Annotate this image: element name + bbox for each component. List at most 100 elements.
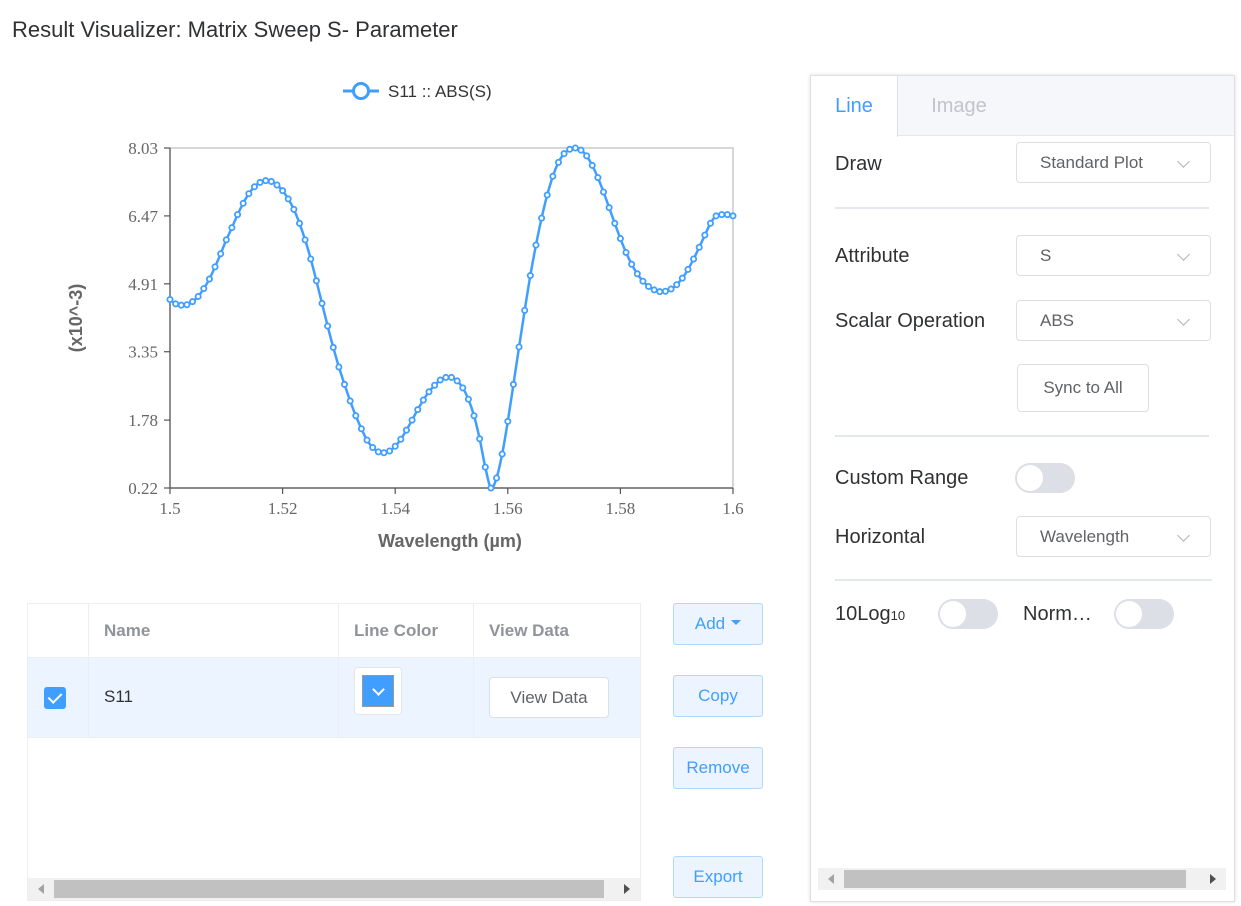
- line-color-picker[interactable]: [354, 667, 402, 715]
- tab-image[interactable]: Image: [899, 76, 1019, 136]
- data-point: [324, 322, 332, 330]
- data-point: [228, 224, 236, 232]
- y-tick-label: 8.03: [128, 139, 158, 158]
- chart-axes: [169, 147, 734, 489]
- data-point: [583, 152, 591, 160]
- data-point: [267, 178, 275, 186]
- data-point: [312, 277, 320, 285]
- row-name: S11: [104, 687, 133, 706]
- add-button[interactable]: Add: [673, 603, 763, 645]
- data-point: [205, 275, 213, 283]
- data-point: [402, 426, 410, 434]
- data-point: [616, 235, 624, 243]
- data-point: [701, 231, 709, 239]
- data-point: [498, 450, 506, 458]
- data-point: [290, 205, 298, 213]
- data-point: [577, 146, 585, 154]
- data-point: [661, 287, 669, 295]
- x-ticks: 1.5 1.52 1.54 1.56 1.58 1.6: [159, 488, 744, 518]
- data-point: [650, 286, 658, 294]
- chart-area: S11 :: ABS(S) (x10^-3) Wavelength (µm) 8…: [0, 60, 800, 580]
- row-view-cell: View Data: [474, 658, 640, 738]
- data-point: [352, 412, 360, 420]
- data-point: [571, 144, 579, 152]
- data-point: [521, 306, 529, 314]
- data-point: [391, 442, 399, 450]
- remove-button[interactable]: Remove: [673, 747, 763, 789]
- data-point: [628, 260, 636, 268]
- add-button-label: Add: [694, 614, 726, 633]
- y-tick-label: 0.22: [128, 479, 158, 498]
- data-point: [594, 174, 602, 182]
- data-point: [549, 172, 557, 180]
- scalar-operation-select[interactable]: ABS: [1016, 300, 1211, 341]
- chevron-down-icon: [1177, 155, 1190, 168]
- data-point: [431, 381, 439, 389]
- data-point: [718, 211, 726, 219]
- data-point: [363, 436, 371, 444]
- data-point: [357, 425, 365, 433]
- normalize-switch[interactable]: [1114, 599, 1174, 629]
- data-point: [622, 248, 630, 256]
- data-point: [464, 395, 472, 403]
- scroll-right-arrow-icon[interactable]: [624, 884, 630, 894]
- data-point: [453, 377, 461, 385]
- data-point: [177, 301, 185, 309]
- data-point: [329, 343, 337, 351]
- attribute-select[interactable]: S: [1016, 235, 1211, 276]
- data-point: [447, 373, 455, 381]
- name-column-header: Name: [89, 604, 339, 658]
- log-subscript: 10: [890, 608, 906, 623]
- caret-down-icon: [731, 620, 742, 626]
- data-point: [712, 212, 720, 220]
- legend-label: S11 :: ABS(S): [388, 82, 492, 101]
- chevron-down-icon: [1177, 313, 1190, 326]
- data-point: [419, 396, 427, 404]
- switch-knob: [940, 601, 966, 627]
- scroll-left-arrow-icon[interactable]: [38, 884, 44, 894]
- table-row[interactable]: S11 View Data: [28, 658, 640, 738]
- view-data-button[interactable]: View Data: [489, 677, 609, 718]
- data-point: [695, 243, 703, 251]
- data-point: [200, 285, 208, 293]
- export-button[interactable]: Export: [673, 856, 763, 898]
- data-point: [245, 190, 253, 198]
- row-checkbox[interactable]: [44, 687, 66, 709]
- attribute-select-value: S: [1040, 246, 1052, 265]
- data-point: [301, 236, 309, 244]
- results-table: Name Line Color View Data S11 View Data: [27, 603, 641, 901]
- data-point: [284, 195, 292, 203]
- panel-horizontal-scrollbar[interactable]: [818, 868, 1226, 890]
- data-point: [295, 219, 303, 227]
- chevron-down-icon: [1177, 529, 1190, 542]
- data-point: [369, 444, 377, 452]
- data-point: [234, 211, 242, 219]
- sync-to-all-button[interactable]: Sync to All: [1017, 364, 1149, 412]
- line-color-column-header: Line Color: [339, 604, 474, 658]
- data-point: [706, 219, 714, 227]
- data-point: [673, 281, 681, 289]
- custom-range-label: Custom Range: [835, 467, 969, 489]
- draw-select[interactable]: Standard Plot: [1016, 142, 1211, 183]
- log-switch[interactable]: [938, 599, 998, 629]
- table-horizontal-scrollbar[interactable]: [28, 878, 640, 900]
- data-point: [481, 463, 489, 471]
- scrollbar-thumb[interactable]: [54, 880, 604, 898]
- data-point: [504, 417, 512, 425]
- chart-legend[interactable]: S11 :: ABS(S): [343, 82, 492, 101]
- scrollbar-thumb[interactable]: [844, 870, 1186, 888]
- data-point: [397, 435, 405, 443]
- scroll-left-arrow-icon[interactable]: [828, 874, 834, 884]
- horizontal-select[interactable]: Wavelength: [1016, 516, 1211, 557]
- data-point: [656, 288, 664, 296]
- data-point: [588, 161, 596, 169]
- x-tick-label: 1.6: [722, 499, 743, 518]
- data-point: [346, 397, 354, 405]
- scroll-right-arrow-icon[interactable]: [1210, 874, 1216, 884]
- data-point: [554, 158, 562, 166]
- tab-line[interactable]: Line: [811, 76, 898, 137]
- data-point: [532, 241, 540, 249]
- copy-button[interactable]: Copy: [673, 675, 763, 717]
- custom-range-switch[interactable]: [1015, 463, 1075, 493]
- data-point: [380, 449, 388, 457]
